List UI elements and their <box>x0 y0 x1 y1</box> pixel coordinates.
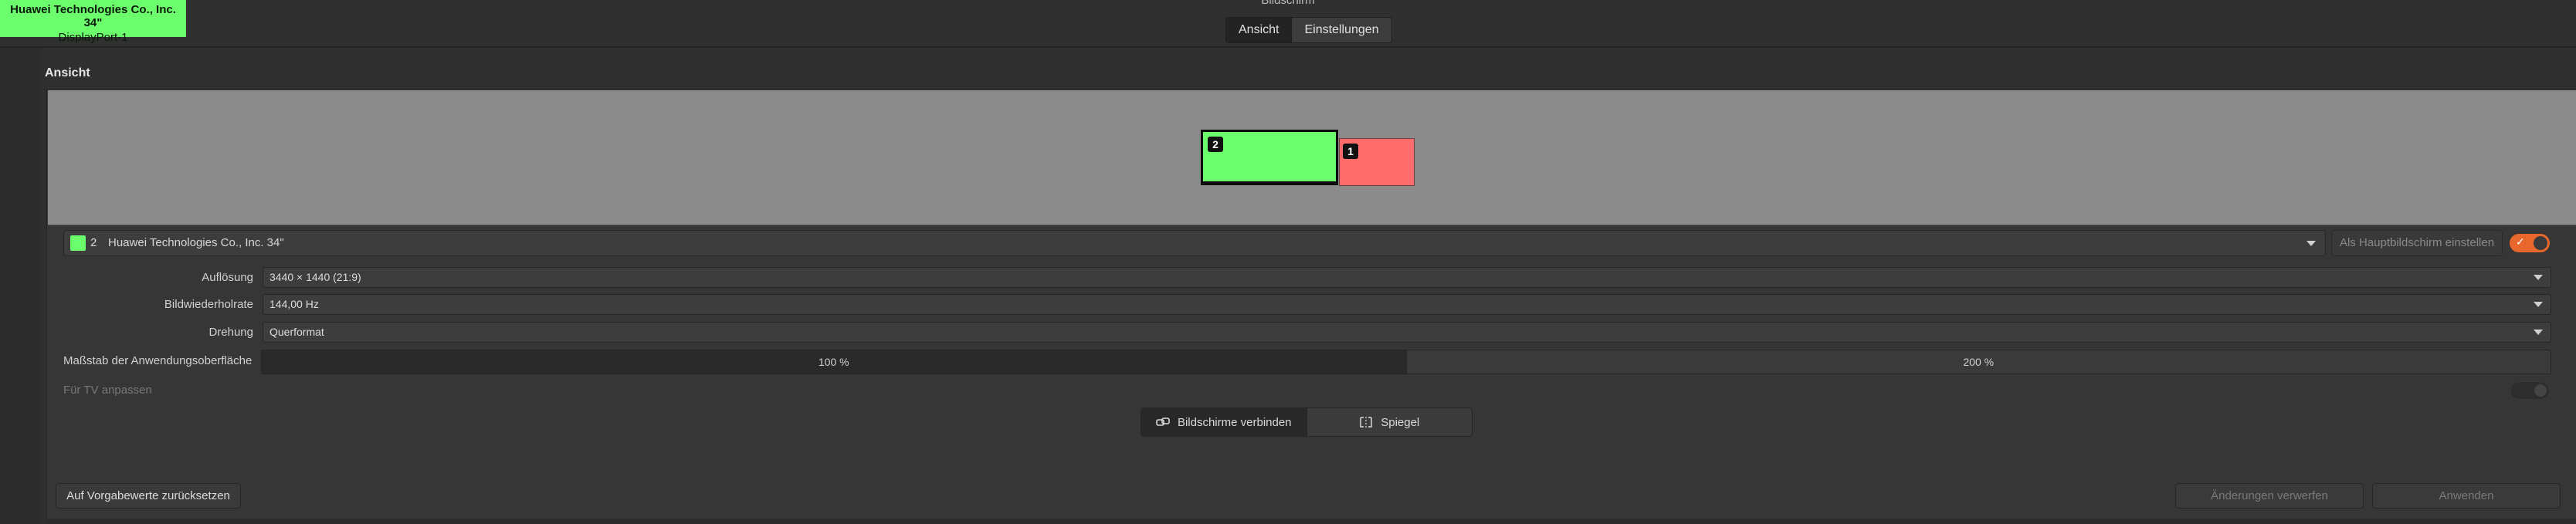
monitor-2-number: 2 <box>1208 137 1223 152</box>
display-mode-selector: Bildschirme verbinden Spiegel <box>1141 407 1473 437</box>
rotation-dropdown[interactable]: Querformat <box>263 322 2551 343</box>
panel-bottom-edge <box>48 519 2576 524</box>
monitor-color-swatch <box>70 235 86 251</box>
primary-toggle[interactable]: ✓ <box>2510 234 2550 252</box>
join-displays-icon <box>1156 418 1170 426</box>
toggle-knob <box>2534 236 2547 250</box>
window-title: Bildschirm <box>1261 0 1315 7</box>
scale-option-100[interactable]: 100 % <box>262 350 1406 374</box>
discard-changes-button[interactable]: Änderungen verwerfen <box>2175 483 2364 509</box>
tab-einstellungen[interactable]: Einstellungen <box>1291 18 1391 42</box>
overlay-connector: DisplayPort-1 <box>58 31 128 44</box>
chevron-down-icon <box>2534 330 2543 335</box>
scale-label: Maßstab der Anwendungsoberfläche <box>63 354 253 367</box>
tv-fit-toggle[interactable] <box>2510 381 2550 400</box>
refresh-rate-dropdown[interactable]: 144,00 Hz <box>263 294 2551 315</box>
refresh-rate-value: 144,00 Hz <box>269 298 319 310</box>
join-displays-label: Bildschirme verbinden <box>1177 415 1292 429</box>
scale-option-200[interactable]: 200 % <box>1405 350 2551 374</box>
resolution-dropdown[interactable]: 3440 × 1440 (21:9) <box>263 267 2551 288</box>
monitor-1-tile[interactable]: 1 <box>1339 138 1415 186</box>
sidebar-strip <box>0 48 40 524</box>
chevron-down-icon <box>2534 302 2543 307</box>
rotation-value: Querformat <box>269 326 324 338</box>
monitor-2-tile[interactable]: 2 <box>1201 130 1338 185</box>
check-icon: ✓ <box>2516 235 2525 248</box>
apply-button[interactable]: Anwenden <box>2372 483 2561 509</box>
resolution-value: 3440 × 1440 (21:9) <box>269 271 361 283</box>
monitor-selector-dropdown[interactable]: 2 Huawei Technologies Co., Inc. 34" <box>63 230 2326 256</box>
selector-monitor-number: 2 <box>90 236 97 249</box>
mirror-icon <box>1360 417 1372 428</box>
monitor-identify-overlay: Huawei Technologies Co., Inc. 34" Displa… <box>0 0 186 44</box>
toggle-knob <box>2534 384 2547 397</box>
resolution-label: Auflösung <box>202 271 253 284</box>
tv-fit-label: Für TV anpassen <box>63 384 152 397</box>
view-tabs: Ansicht Einstellungen <box>1225 17 1392 43</box>
join-displays-button[interactable]: Bildschirme verbinden <box>1141 408 1307 436</box>
monitor-1-number: 1 <box>1343 144 1358 159</box>
scale-selector: 100 % 200 % <box>261 350 2551 374</box>
section-title: Ansicht <box>45 66 90 79</box>
tab-ansicht[interactable]: Ansicht <box>1226 18 1292 42</box>
mirror-button[interactable]: Spiegel <box>1306 408 1472 436</box>
overlay-monitor-name: Huawei Technologies Co., Inc. 34" <box>10 3 176 29</box>
refresh-rate-label: Bildwiederholrate <box>164 298 253 311</box>
selector-monitor-name: Huawei Technologies Co., Inc. 34" <box>108 236 284 249</box>
chevron-down-icon <box>2307 241 2316 246</box>
rotation-label: Drehung <box>208 326 253 339</box>
reset-defaults-button[interactable]: Auf Vorgabewerte zurücksetzen <box>56 483 241 509</box>
chevron-down-icon <box>2534 275 2543 280</box>
set-primary-button[interactable]: Als Hauptbildschirm einstellen <box>2331 230 2503 256</box>
mirror-label: Spiegel <box>1381 415 1420 429</box>
